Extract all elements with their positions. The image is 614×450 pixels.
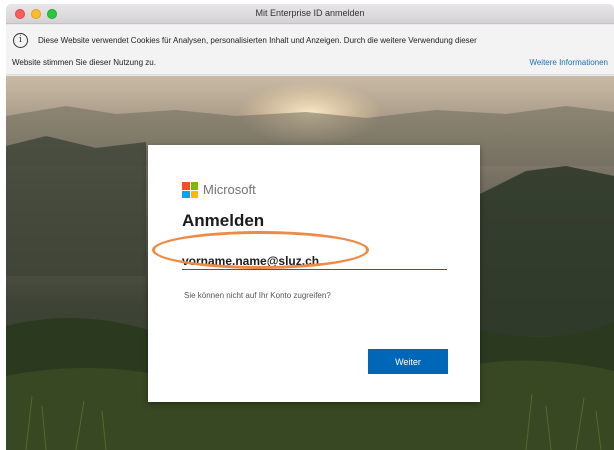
title-bar[interactable]: Mit Enterprise ID anmelden [6,4,614,24]
sign-in-heading: Anmelden [182,211,265,230]
brand-name: Microsoft [203,182,256,197]
next-button[interactable]: Weiter [368,349,448,374]
browser-window: Mit Enterprise ID anmelden i Diese Websi… [6,4,614,450]
window-title: Mit Enterprise ID anmelden [255,8,365,18]
microsoft-logo-icon [182,182,198,198]
cookie-notice: i Diese Website verwendet Cookies für An… [6,25,614,75]
cannot-access-account-link[interactable]: Sie können nicht auf Ihr Konto zugreifen… [184,291,331,300]
cookie-notice-text-line1: Diese Website verwendet Cookies für Anal… [38,36,477,45]
cookie-notice-text-line2: Website stimmen Sie dieser Nutzung zu. [12,58,156,67]
email-input[interactable] [182,252,447,270]
info-icon: i [13,33,28,48]
sign-in-dialog: Microsoft Anmelden Sie können nicht auf … [148,145,480,402]
background-landscape: Microsoft Anmelden Sie können nicht auf … [6,76,614,450]
more-information-link[interactable]: Weitere Informationen [529,58,608,67]
